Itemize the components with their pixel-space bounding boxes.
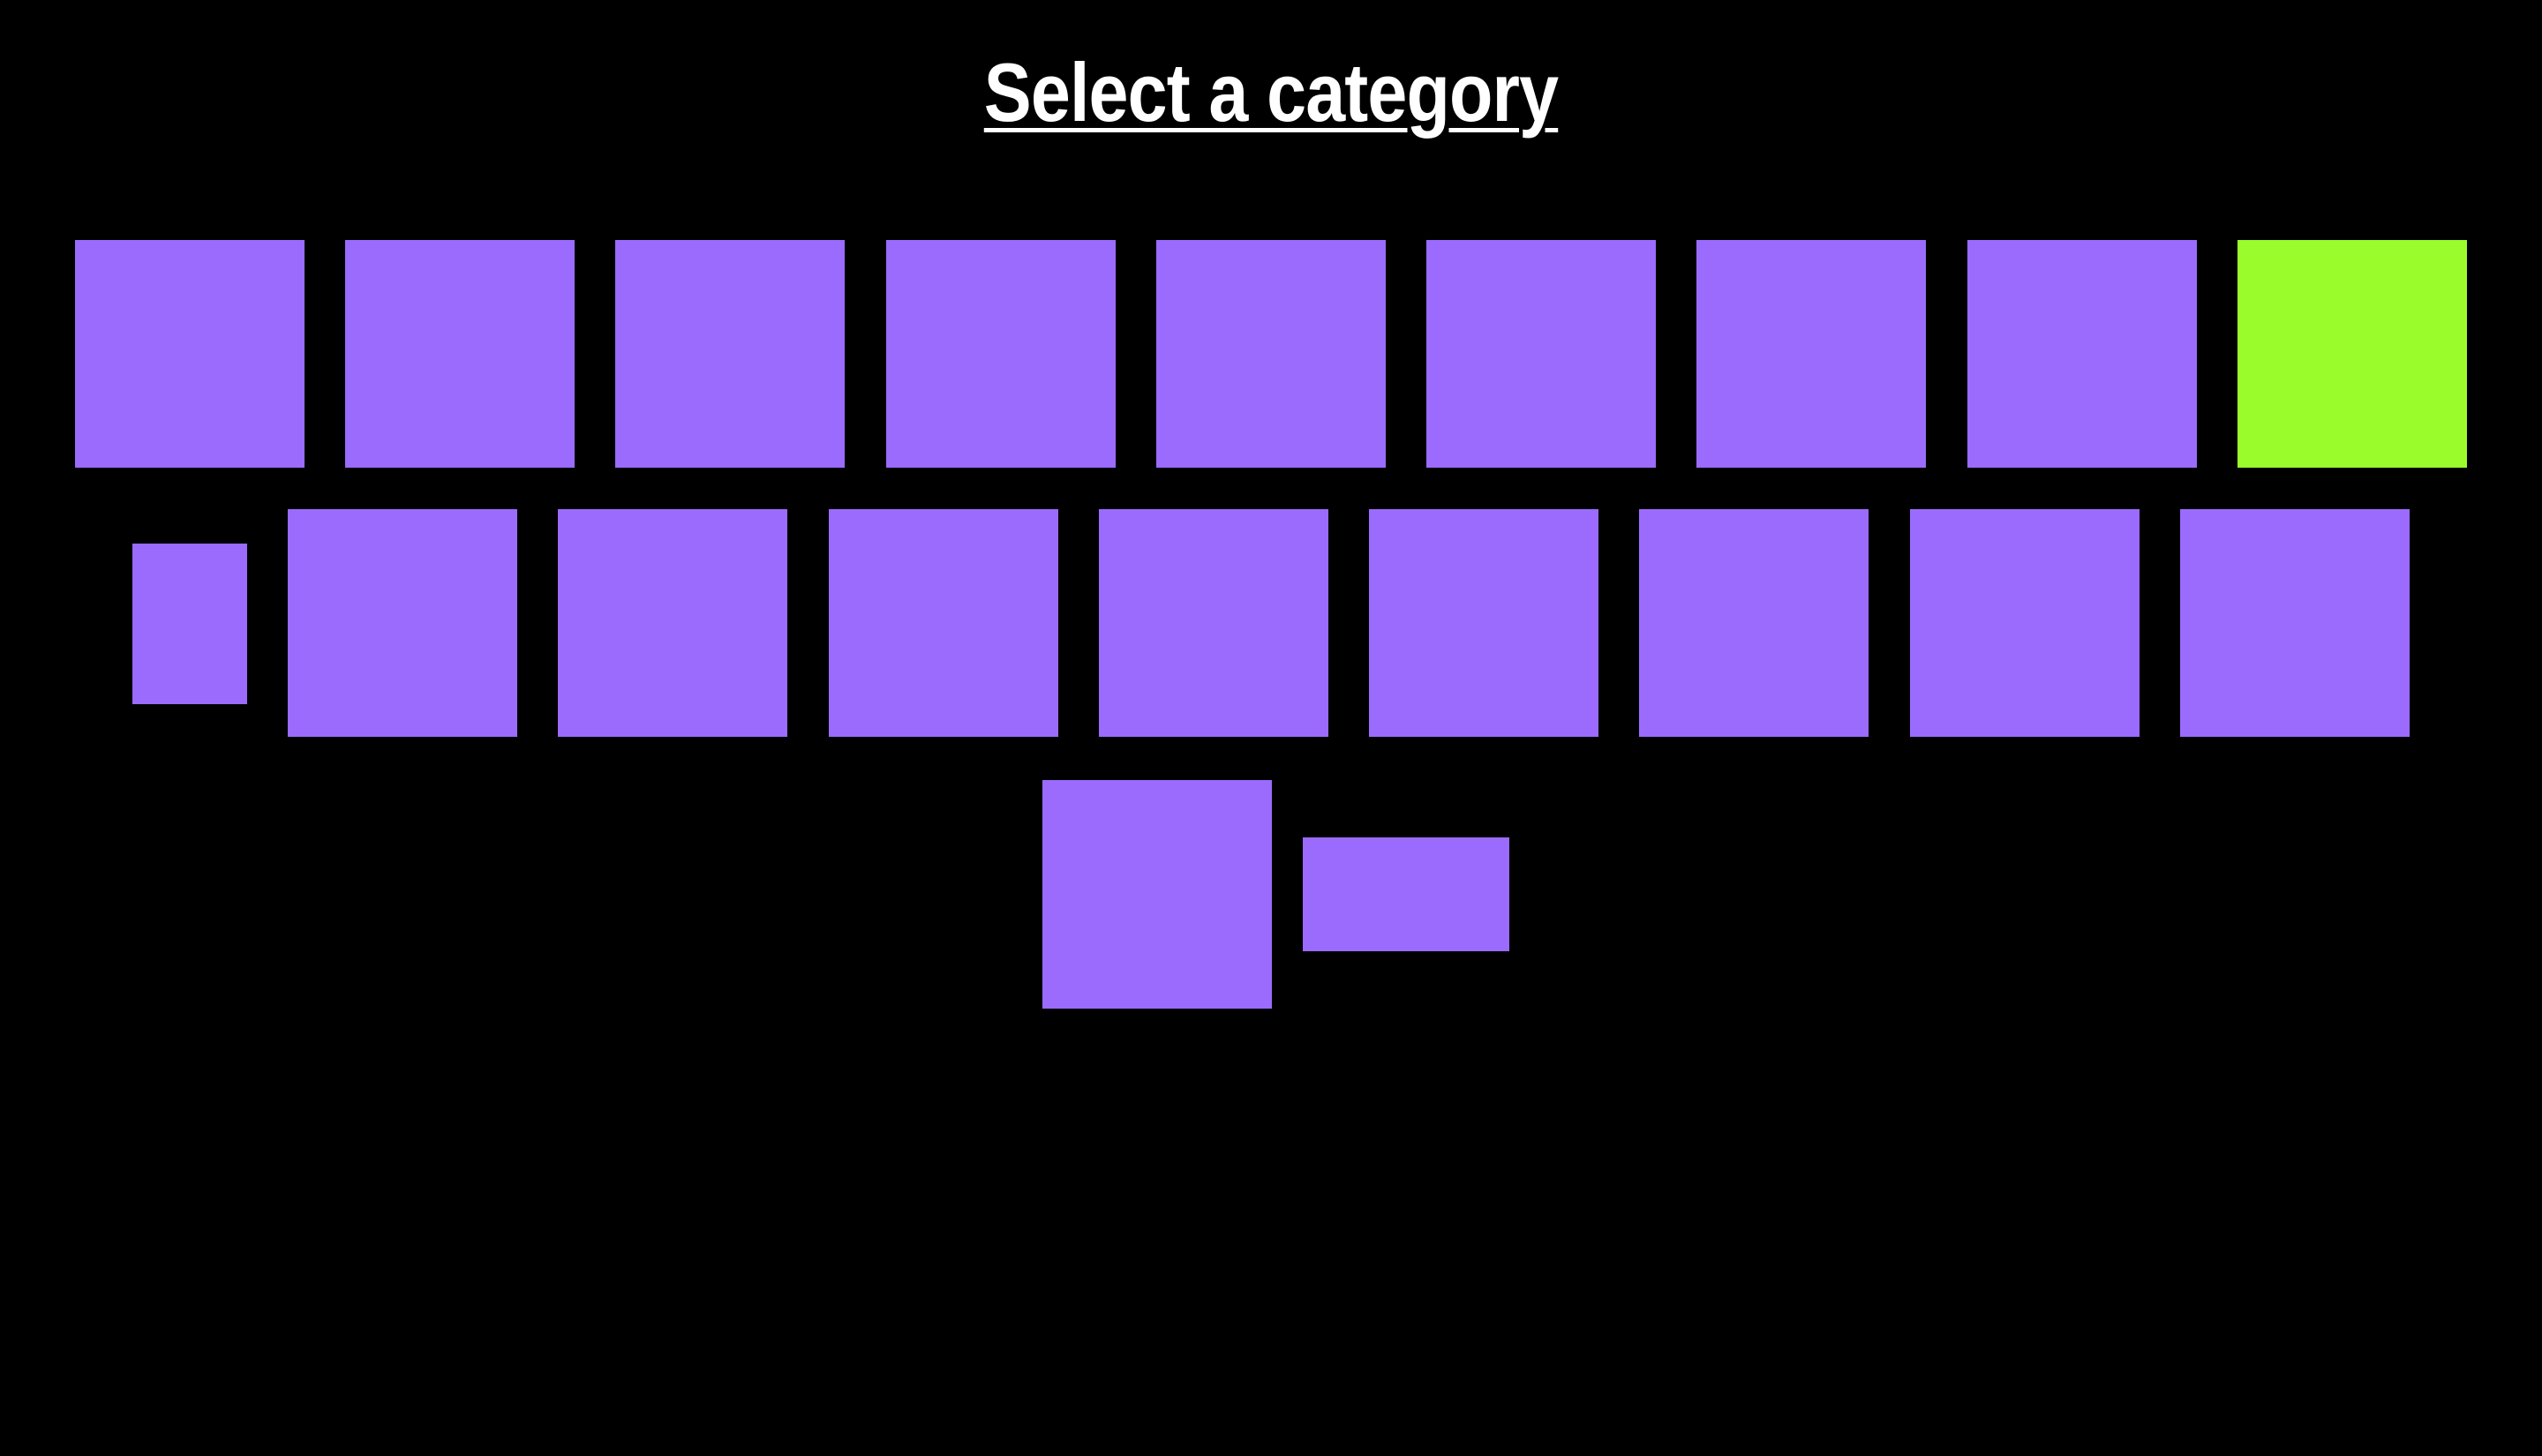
category-tile[interactable]	[1156, 240, 1386, 468]
category-tile-selected[interactable]	[2237, 240, 2467, 468]
category-tile[interactable]	[558, 509, 787, 737]
category-tile[interactable]	[829, 509, 1058, 737]
category-tile[interactable]	[2180, 509, 2410, 737]
category-tile[interactable]	[1967, 240, 2197, 468]
category-tile[interactable]	[1639, 509, 1869, 737]
category-tile[interactable]	[1042, 780, 1272, 1009]
category-tile[interactable]	[1910, 509, 2140, 737]
category-tile[interactable]	[1426, 240, 1656, 468]
category-screen: Select a category	[0, 0, 2542, 1456]
category-tile[interactable]	[1696, 240, 1926, 468]
category-tile[interactable]	[1369, 509, 1598, 737]
category-tile[interactable]	[615, 240, 845, 468]
category-tile[interactable]	[1303, 837, 1509, 951]
category-tile[interactable]	[132, 544, 247, 704]
page-title: Select a category	[983, 46, 1559, 139]
category-tile[interactable]	[345, 240, 575, 468]
category-tile[interactable]	[75, 240, 305, 468]
category-tile[interactable]	[1099, 509, 1328, 737]
category-tile[interactable]	[886, 240, 1116, 468]
category-tile[interactable]	[288, 509, 517, 737]
